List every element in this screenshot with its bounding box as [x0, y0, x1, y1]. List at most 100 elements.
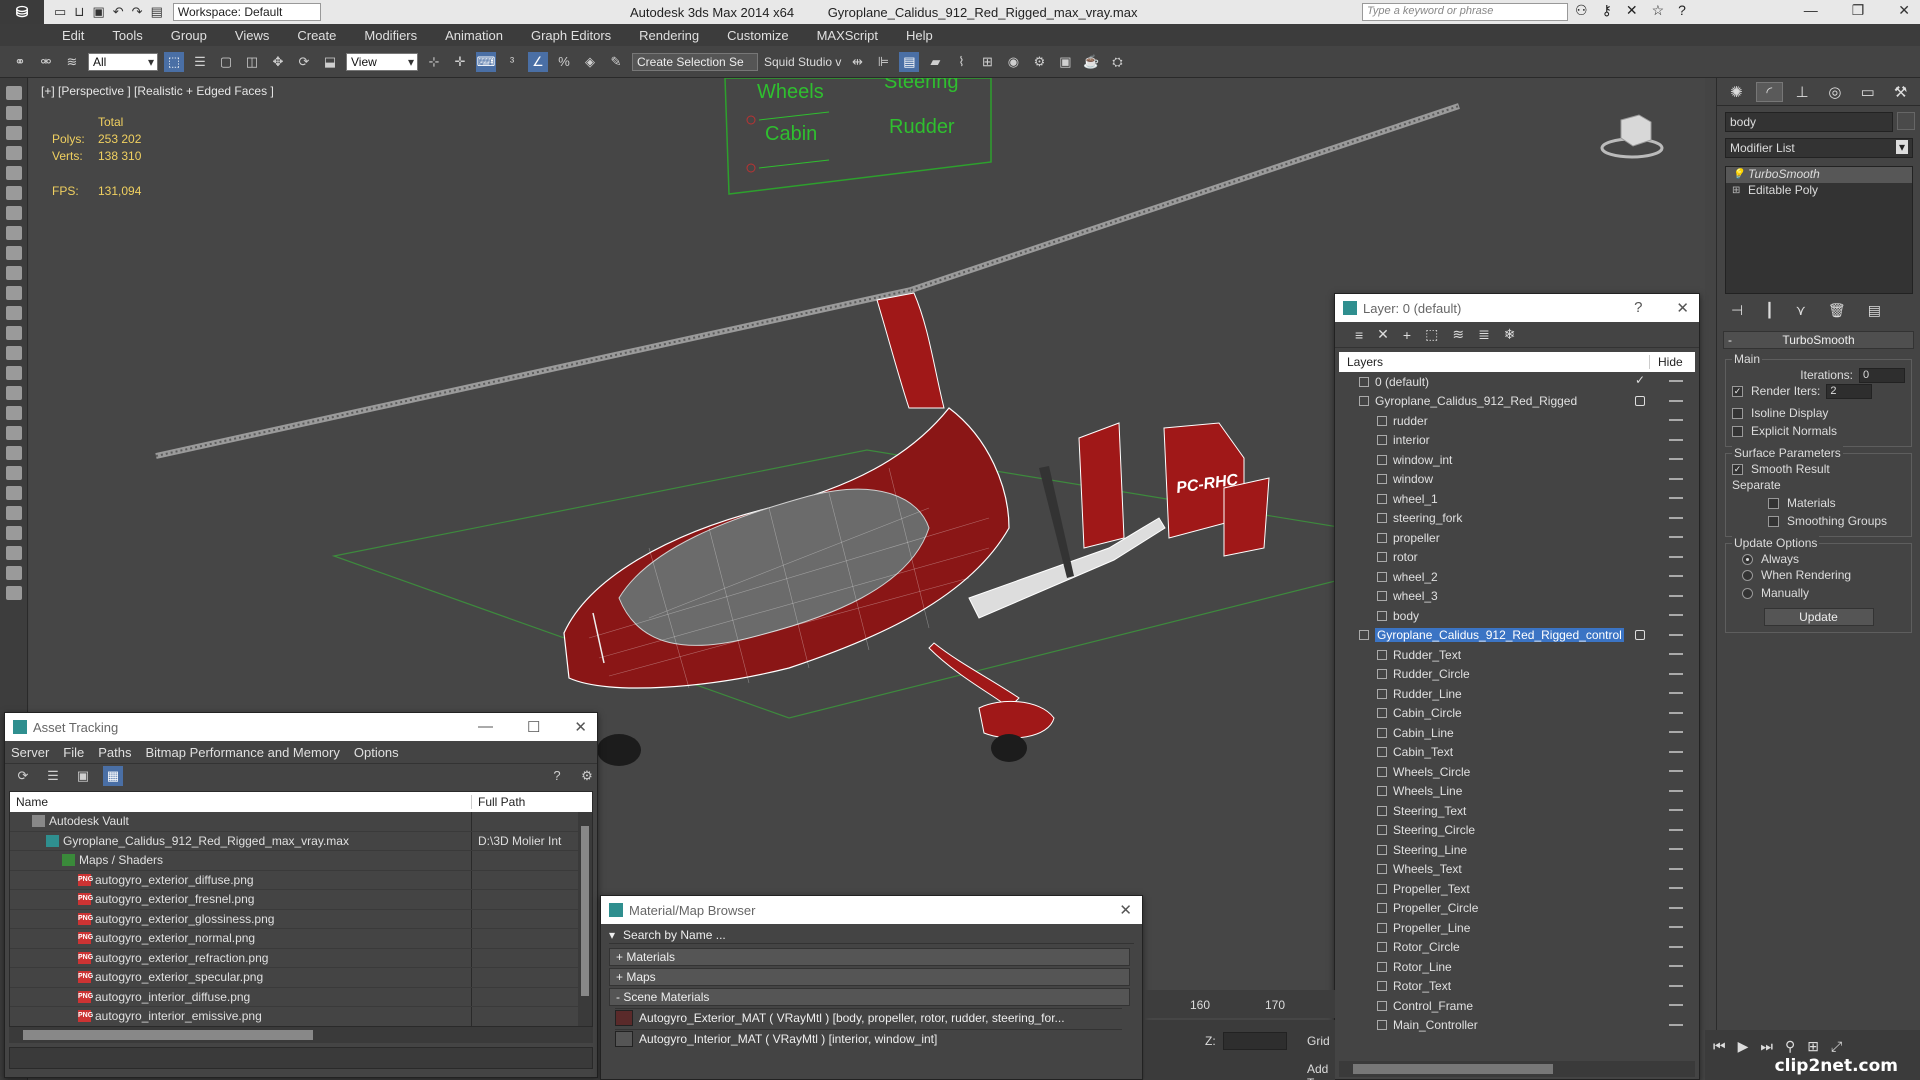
- chevron-down-icon[interactable]: ▾: [609, 928, 615, 942]
- hide-toggle[interactable]: [1669, 672, 1683, 675]
- hide-toggle[interactable]: [1669, 945, 1683, 948]
- layer-row[interactable]: Rudder_Circle: [1339, 665, 1695, 685]
- layer-row[interactable]: wheel_3: [1339, 587, 1695, 607]
- tool-icon[interactable]: [5, 406, 22, 420]
- hide-toggle[interactable]: [1669, 789, 1683, 792]
- hide-toggle[interactable]: [1669, 770, 1683, 772]
- current-layer-check-icon[interactable]: ✓: [1635, 373, 1645, 387]
- hide-toggle[interactable]: [1669, 516, 1683, 519]
- material-item[interactable]: Autogyro_Exterior_MAT ( VRayMtl ) [body,…: [615, 1008, 1122, 1027]
- next-frame-icon[interactable]: ⏭: [1760, 1038, 1773, 1072]
- squid-studio-label[interactable]: Squid Studio v: [764, 55, 841, 69]
- render-production-icon[interactable]: ⛭: [1107, 52, 1127, 72]
- binoculars-icon[interactable]: ⚇: [1575, 2, 1588, 19]
- tool-icon[interactable]: [5, 286, 22, 300]
- layer-row[interactable]: Propeller_Circle: [1339, 899, 1695, 919]
- hide-toggle[interactable]: [1669, 575, 1683, 577]
- asset-menu-paths[interactable]: Paths: [98, 745, 131, 760]
- hide-toggle[interactable]: [1669, 438, 1683, 441]
- menu-create[interactable]: Create: [297, 28, 336, 43]
- separate-materials-checkbox[interactable]: [1768, 497, 1779, 509]
- pivot-icon[interactable]: ⊹: [424, 52, 444, 72]
- hide-toggle[interactable]: [1669, 828, 1683, 831]
- hide-column-header[interactable]: Hide: [1649, 355, 1695, 369]
- modify-tab-icon[interactable]: ◜: [1755, 82, 1783, 102]
- layer-row[interactable]: rotor: [1339, 548, 1695, 568]
- tool-icon[interactable]: [5, 186, 22, 200]
- z-coordinate-input[interactable]: [1223, 1032, 1287, 1050]
- hide-toggle[interactable]: [1669, 731, 1683, 733]
- material-item[interactable]: Autogyro_Interior_MAT ( VRayMtl ) [inter…: [615, 1029, 1122, 1048]
- close-icon[interactable]: ✕: [1119, 901, 1132, 919]
- layer-row[interactable]: Steering_Circle: [1339, 821, 1695, 841]
- exchange-icon[interactable]: ✕: [1626, 2, 1638, 19]
- menu-customize[interactable]: Customize: [727, 28, 788, 43]
- layer-row[interactable]: propeller: [1339, 528, 1695, 548]
- configure-sets-icon[interactable]: ▤: [1868, 302, 1881, 319]
- smooth-result-checkbox[interactable]: ✓: [1732, 463, 1743, 475]
- move-icon[interactable]: ✥: [268, 52, 288, 72]
- select-by-name-icon[interactable]: ☰: [190, 52, 210, 72]
- layer-row[interactable]: Steering_Line: [1339, 840, 1695, 860]
- asset-row[interactable]: PNG autogyro_exterior_normal.png: [10, 929, 592, 949]
- name-column-header[interactable]: Name: [10, 795, 472, 809]
- select-object-icon[interactable]: ⬚: [164, 51, 184, 72]
- scale-icon[interactable]: ⬓: [320, 52, 340, 72]
- snap-icon[interactable]: ³: [502, 52, 522, 72]
- layer-scrollbar[interactable]: [1339, 1061, 1695, 1077]
- list-view-icon[interactable]: ☰: [43, 766, 63, 786]
- always-radio[interactable]: [1742, 553, 1753, 565]
- show-end-result-icon[interactable]: ┃: [1765, 302, 1773, 319]
- menu-rendering[interactable]: Rendering: [639, 28, 699, 43]
- spinner-snap-icon[interactable]: ◈: [580, 52, 600, 72]
- layer-row[interactable]: window_int: [1339, 450, 1695, 470]
- refresh-icon[interactable]: ⟳: [13, 766, 33, 786]
- separate-smoothing-checkbox[interactable]: [1768, 515, 1779, 527]
- hide-toggle[interactable]: [1669, 497, 1683, 499]
- utilities-tab-icon[interactable]: ⚒: [1887, 82, 1914, 102]
- layer-row[interactable]: Rotor_Text: [1339, 977, 1695, 997]
- asset-menu-options[interactable]: Options: [354, 745, 399, 760]
- asset-row[interactable]: Autodesk Vault: [10, 812, 592, 832]
- isoline-display-checkbox[interactable]: [1732, 407, 1743, 419]
- layer-row[interactable]: Wheels_Line: [1339, 782, 1695, 802]
- tool-icon[interactable]: [5, 166, 22, 180]
- play-icon[interactable]: ▶: [1738, 1038, 1749, 1072]
- rotate-icon[interactable]: ⟳: [294, 52, 314, 72]
- hide-toggle[interactable]: [1669, 750, 1683, 753]
- tool-icon[interactable]: [5, 226, 22, 240]
- menu-animation[interactable]: Animation: [445, 28, 503, 43]
- menu-help[interactable]: Help: [906, 28, 933, 43]
- hide-toggle[interactable]: [1669, 984, 1683, 987]
- tool-icon[interactable]: [5, 306, 22, 320]
- prev-frame-icon[interactable]: ⏮: [1713, 1038, 1726, 1072]
- hierarchy-tab-icon[interactable]: ⊥: [1789, 82, 1816, 102]
- tool-icon[interactable]: [5, 366, 22, 380]
- layer-row[interactable]: Propeller_Line: [1339, 918, 1695, 938]
- set-current-layer-icon[interactable]: [1635, 395, 1645, 406]
- hide-toggle[interactable]: [1669, 711, 1683, 714]
- keyboard-shortcut-icon[interactable]: ⌨: [476, 51, 496, 72]
- help-icon[interactable]: ?: [1634, 299, 1642, 317]
- tool-icon[interactable]: [5, 426, 22, 440]
- hide-toggle[interactable]: [1669, 926, 1683, 928]
- hide-toggle[interactable]: [1669, 965, 1683, 967]
- help-icon[interactable]: ?: [547, 766, 567, 786]
- scene-materials-section[interactable]: - Scene Materials: [609, 988, 1130, 1006]
- unlink-icon[interactable]: ⚮: [36, 52, 56, 72]
- layer-row[interactable]: Rudder_Line: [1339, 684, 1695, 704]
- layer-row[interactable]: Cabin_Line: [1339, 723, 1695, 743]
- search-input[interactable]: Type a keyword or phrase: [1362, 3, 1568, 21]
- object-color-swatch[interactable]: [1897, 112, 1915, 130]
- link-icon[interactable]: ⚭: [10, 52, 30, 72]
- iterations-spinner[interactable]: 0: [1859, 367, 1905, 383]
- tool-icon[interactable]: [5, 206, 22, 220]
- stack-item-editable-poly[interactable]: ⊞ Editable Poly: [1726, 183, 1912, 199]
- tool-icon[interactable]: [5, 586, 22, 600]
- app-menu-button[interactable]: ⛁: [0, 0, 44, 24]
- tool-icon[interactable]: [5, 546, 22, 560]
- settings-icon[interactable]: ⚙: [577, 766, 597, 786]
- key-icon[interactable]: ⚷: [1602, 2, 1612, 19]
- expand-icon[interactable]: ⊞: [1732, 185, 1741, 196]
- tool-icon[interactable]: [5, 506, 22, 520]
